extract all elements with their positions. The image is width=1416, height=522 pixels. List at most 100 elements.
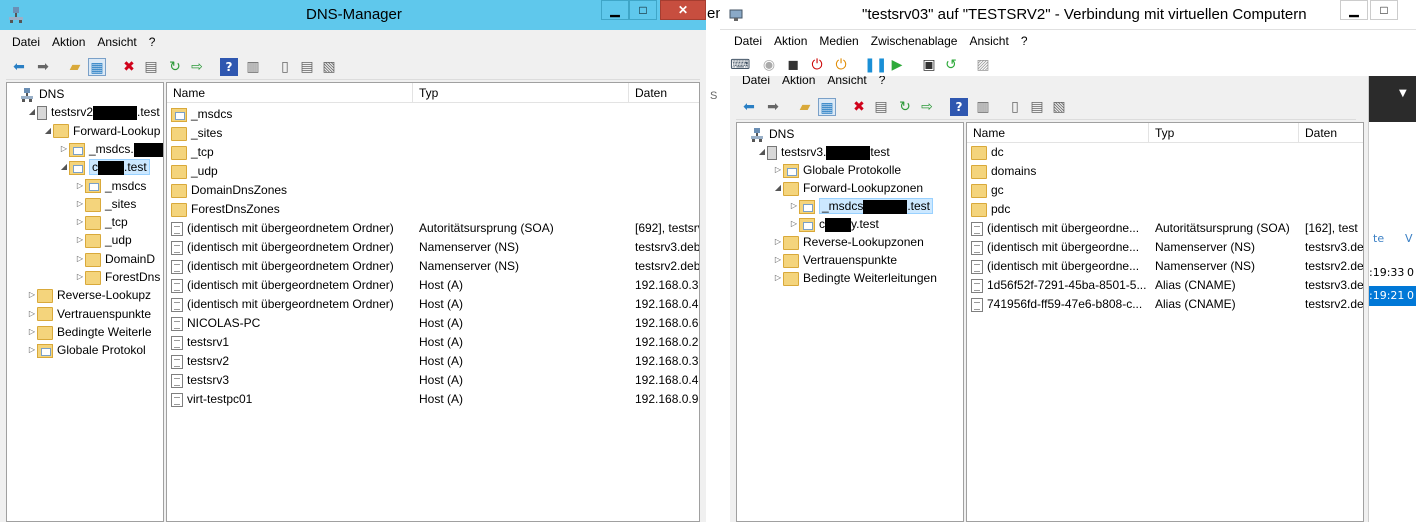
- expand-arrow-icon[interactable]: ▷: [59, 140, 69, 158]
- properties-icon[interactable]: ▤: [142, 58, 160, 76]
- tree-node[interactable]: ◢ testsrv3. test: [757, 143, 890, 161]
- tree-node[interactable]: ▷ DomainD: [75, 250, 155, 268]
- vm-maximize-button[interactable]: □: [1370, 0, 1398, 20]
- menu-item-aktion[interactable]: Aktion: [776, 76, 821, 87]
- record-icon[interactable]: ▧: [320, 58, 338, 76]
- expand-arrow-icon[interactable]: ▷: [27, 323, 37, 341]
- tree-node[interactable]: ▷ _msdcs .test: [789, 197, 934, 215]
- menu-item-aktion[interactable]: Aktion: [768, 31, 813, 48]
- expand-arrow-icon[interactable]: ▷: [75, 213, 85, 231]
- properties-icon[interactable]: ▤: [872, 98, 890, 116]
- table-row[interactable]: (identisch mit übergeordnetem Ordner) Hos…: [167, 295, 699, 314]
- expand-arrow-icon[interactable]: ▷: [75, 231, 85, 249]
- expand-arrow-icon[interactable]: ▷: [789, 215, 799, 233]
- delete-icon[interactable]: ✖: [120, 58, 138, 76]
- tree-node[interactable]: ▷ c y.test: [789, 215, 879, 233]
- tree-node[interactable]: ▷ Reverse-Lookupz: [27, 286, 151, 304]
- pause-icon[interactable]: ❚❚: [864, 56, 887, 74]
- menu-item-ansicht[interactable]: Ansicht: [821, 76, 872, 87]
- start-icon[interactable]: ◉: [760, 56, 778, 74]
- tree-node[interactable]: ▷ Vertrauenspunkte: [773, 251, 897, 269]
- column-header-type[interactable]: Typ: [1149, 123, 1299, 143]
- tree-node[interactable]: ▷ _tcp: [75, 213, 128, 231]
- table-row[interactable]: DomainDnsZones: [167, 181, 699, 200]
- vm-screen[interactable]: Datei Aktion Ansicht? ⬅ ➡ ▰ ▦ ✖ ▤ ↻ ⇨ ? ▥ …: [730, 76, 1416, 522]
- forward-icon[interactable]: ➡: [764, 98, 782, 116]
- collapse-arrow-icon[interactable]: ◢: [757, 143, 767, 161]
- tree-node[interactable]: ▷ _msdcs: [75, 177, 146, 195]
- menu-item-help[interactable]: ?: [1015, 31, 1034, 48]
- server-icon[interactable]: ▯: [276, 58, 294, 76]
- revert-icon[interactable]: ↺: [942, 56, 960, 74]
- tree-node[interactable]: ▷ Reverse-Lookupzonen: [773, 233, 924, 251]
- vm-title-bar[interactable]: "testsrv03" auf "TESTSRV2" - Verbindung …: [720, 0, 1416, 30]
- minimize-button[interactable]: ▁: [601, 0, 629, 20]
- export-icon[interactable]: ⇨: [188, 58, 206, 76]
- expand-arrow-icon[interactable]: ▷: [773, 161, 783, 179]
- tree-node[interactable]: DNS: [11, 85, 64, 103]
- up-folder-icon[interactable]: ▰: [66, 58, 84, 76]
- menu-item-zwischenablage[interactable]: Zwischenablage: [865, 31, 964, 48]
- table-row[interactable]: testsrv3 Host (A) 192.168.0.4: [167, 371, 699, 390]
- table-row[interactable]: _tcp: [167, 143, 699, 162]
- expand-arrow-icon[interactable]: ▷: [75, 177, 85, 195]
- tree-node[interactable]: ▷ ForestDns: [75, 268, 160, 286]
- view-icon[interactable]: ▥: [974, 98, 992, 116]
- tree-node[interactable]: ▷ Vertrauenspunkte: [27, 305, 151, 323]
- view-icon[interactable]: ▥: [244, 58, 262, 76]
- turn-off-icon[interactable]: ◼: [784, 56, 802, 74]
- table-row[interactable]: _sites: [167, 124, 699, 143]
- table-row[interactable]: (identisch mit übergeordnetem Ordner) Nam…: [167, 238, 699, 257]
- tree-node[interactable]: ◢ Forward-Lookup: [43, 122, 160, 140]
- table-row[interactable]: (identisch mit übergeordne... Namenserver…: [967, 257, 1363, 276]
- expand-arrow-icon[interactable]: ▷: [27, 305, 37, 323]
- expand-arrow-icon[interactable]: ▷: [773, 269, 783, 287]
- table-row[interactable]: NICOLAS-PC Host (A) 192.168.0.61: [167, 314, 699, 333]
- collapse-arrow-icon[interactable]: ◢: [43, 122, 53, 140]
- enhanced-session-icon[interactable]: ▨: [974, 56, 992, 74]
- expand-arrow-icon[interactable]: ▷: [773, 233, 783, 251]
- help-icon[interactable]: ?: [950, 98, 968, 116]
- server-icon[interactable]: ▯: [1006, 98, 1024, 116]
- show-tree-icon[interactable]: ▦: [88, 58, 106, 76]
- tree-node[interactable]: ▷ _sites: [75, 195, 136, 213]
- tree-node[interactable]: ▷ Bedingte Weiterle: [27, 323, 152, 341]
- menu-item-medien[interactable]: Medien: [813, 31, 864, 48]
- tree-node[interactable]: ◢ c .test: [59, 158, 150, 176]
- up-folder-icon[interactable]: ▰: [796, 98, 814, 116]
- menu-item-datei[interactable]: Datei: [6, 32, 46, 49]
- tree-node[interactable]: ▷ _msdcs.: [59, 140, 163, 158]
- table-row[interactable]: (identisch mit übergeordne... Namenserver…: [967, 238, 1363, 257]
- table-row[interactable]: (identisch mit übergeordnetem Ordner) Hos…: [167, 276, 699, 295]
- table-row[interactable]: testsrv2 Host (A) 192.168.0.3: [167, 352, 699, 371]
- menu-item-ansicht[interactable]: Ansicht: [91, 32, 142, 49]
- menu-item-aktion[interactable]: Aktion: [46, 32, 91, 49]
- shutdown-icon[interactable]: ⏻: [808, 56, 826, 74]
- back-icon[interactable]: ⬅: [10, 58, 28, 76]
- collapse-arrow-icon[interactable]: ◢: [59, 158, 69, 176]
- delete-icon[interactable]: ✖: [850, 98, 868, 116]
- tree-node[interactable]: ▷ Bedingte Weiterleitungen: [773, 269, 937, 287]
- tree-node[interactable]: ▷ Globale Protokolle: [773, 161, 901, 179]
- expand-arrow-icon[interactable]: ▷: [27, 341, 37, 359]
- table-row[interactable]: 1d56f52f-7291-45ba-8501-5... Alias (CNAME…: [967, 276, 1363, 295]
- menu-item-ansicht[interactable]: Ansicht: [963, 31, 1014, 48]
- table-row[interactable]: gc: [967, 181, 1363, 200]
- table-row[interactable]: domains: [967, 162, 1363, 181]
- menu-item-help[interactable]: ?: [143, 32, 162, 49]
- tree-node[interactable]: ◢ testsrv2 .test: [27, 103, 160, 121]
- zone-icon[interactable]: ▤: [298, 58, 316, 76]
- column-header-data[interactable]: Daten: [1299, 123, 1363, 143]
- column-header-type[interactable]: Typ: [413, 83, 629, 103]
- menu-item-datei[interactable]: Datei: [736, 76, 776, 87]
- expand-arrow-icon[interactable]: ▷: [75, 250, 85, 268]
- zone-icon[interactable]: ▤: [1028, 98, 1046, 116]
- table-row[interactable]: dc: [967, 143, 1363, 162]
- table-row[interactable]: testsrv1 Host (A) 192.168.0.2: [167, 333, 699, 352]
- table-row[interactable]: (identisch mit übergeordne... Autoritätsu…: [967, 219, 1363, 238]
- tree-node[interactable]: ▷ Globale Protokol: [27, 341, 146, 359]
- table-row[interactable]: virt-testpc01 Host (A) 192.168.0.93: [167, 390, 699, 409]
- maximize-button[interactable]: □: [629, 0, 657, 20]
- refresh-icon[interactable]: ↻: [166, 58, 184, 76]
- table-row[interactable]: pdc: [967, 200, 1363, 219]
